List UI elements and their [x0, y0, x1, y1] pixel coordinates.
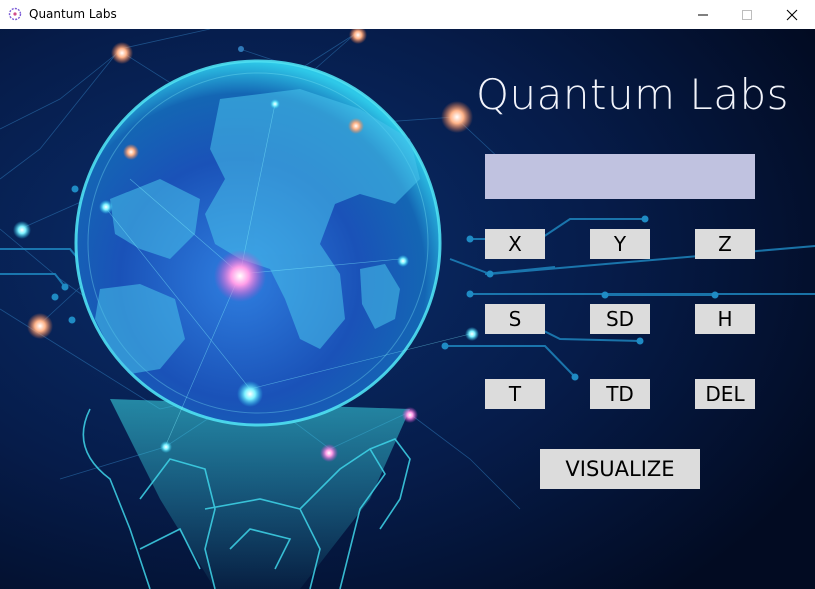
app-title: Quantum Labs [476, 70, 790, 119]
gate-td-button[interactable]: TD [590, 379, 650, 409]
gate-y-button[interactable]: Y [590, 229, 650, 259]
minimize-button[interactable] [680, 0, 726, 29]
visualize-button[interactable]: VISUALIZE [540, 449, 700, 489]
gate-sequence-display[interactable] [485, 154, 755, 199]
gate-x-button[interactable]: X [485, 229, 545, 259]
gate-t-button[interactable]: T [485, 379, 545, 409]
gate-h-button[interactable]: H [695, 304, 755, 334]
main-panel: Quantum Labs X Y Z S SD H T TD DEL VISUA… [0, 29, 815, 589]
delete-button[interactable]: DEL [695, 379, 755, 409]
maximize-icon [742, 9, 752, 20]
close-button[interactable] [769, 0, 815, 29]
title-bar[interactable]: Quantum Labs [0, 0, 815, 29]
maximize-button[interactable] [724, 0, 770, 29]
close-icon [786, 9, 798, 20]
minimize-icon [698, 14, 708, 15]
gate-s-button[interactable]: S [485, 304, 545, 334]
app-window: Quantum Labs Quantum Labs X Y Z S SD H T… [0, 0, 815, 589]
window-title: Quantum Labs [29, 7, 117, 21]
gate-sd-button[interactable]: SD [590, 304, 650, 334]
app-icon [8, 7, 22, 21]
gate-z-button[interactable]: Z [695, 229, 755, 259]
